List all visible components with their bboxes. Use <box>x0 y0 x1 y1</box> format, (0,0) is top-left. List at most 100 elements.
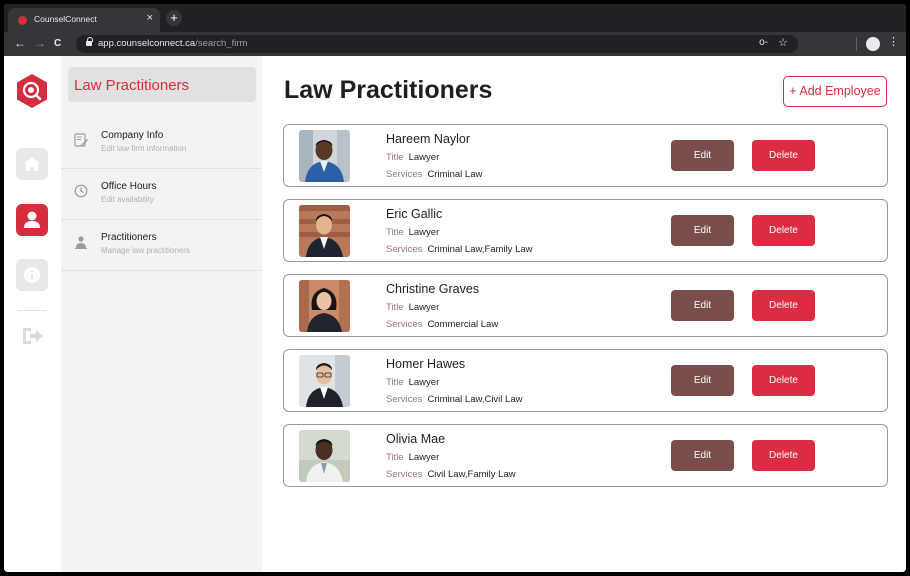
title-key: Title <box>386 227 404 238</box>
counselconnect-logo[interactable] <box>15 73 49 109</box>
services-value: Civil Law,Family Law <box>427 469 516 480</box>
rail-divider <box>18 310 46 311</box>
practitioner-title-row: Title Lawyer <box>386 302 439 313</box>
clock-icon <box>74 184 88 198</box>
practitioner-name[interactable]: Olivia Mae <box>386 432 445 446</box>
profile-avatar[interactable] <box>866 37 880 51</box>
sidebar-item-company-info[interactable]: Company Info Edit law firm information <box>61 118 262 169</box>
browser-window: CounselConnect × + ← → C app.counselconn… <box>4 4 906 572</box>
title-value: Lawyer <box>408 227 440 238</box>
people-icon <box>75 236 87 249</box>
practitioner-name[interactable]: Homer Hawes <box>386 357 465 371</box>
services-value: Criminal Law,Civil Law <box>427 394 523 405</box>
services-key: Services <box>386 469 423 480</box>
practitioner-name[interactable]: Eric Gallic <box>386 207 442 221</box>
practitioner-title-row: Title Lawyer <box>386 227 439 238</box>
sidebar-header[interactable]: Law Practitioners <box>68 67 256 102</box>
practitioner-card: Homer Hawes Title Lawyer Services Criminal… <box>283 349 888 412</box>
sidebar-item-label: Practitioners <box>101 232 157 243</box>
sidebar-item-description: Edit law firm information <box>101 144 187 153</box>
edit-button[interactable]: Edit <box>671 140 734 171</box>
user-icon <box>24 211 40 228</box>
sidebar-header-title: Law Practitioners <box>74 77 190 94</box>
services-value: Criminal Law,Family Law <box>427 244 533 255</box>
services-key: Services <box>386 319 423 330</box>
sidebar-item-description: Edit availability <box>101 195 154 204</box>
app-root: Law Practitioners Company Info Edit law … <box>4 56 906 572</box>
logout-icon[interactable] <box>21 326 45 346</box>
practitioner-photo <box>299 205 350 257</box>
url-text: app.counselconnect.ca/search_firm <box>98 38 247 49</box>
url-path: /search_firm <box>195 38 248 49</box>
new-tab-button[interactable]: + <box>166 10 182 26</box>
services-value: Criminal Law <box>427 169 483 180</box>
main-content: Law Practitioners + Add Employee Hareem <box>262 56 906 572</box>
edit-button[interactable]: Edit <box>671 290 734 321</box>
title-value: Lawyer <box>408 302 440 313</box>
title-key: Title <box>386 302 404 313</box>
practitioner-photo <box>299 355 350 407</box>
rail-profile-button[interactable] <box>16 204 48 236</box>
title-value: Lawyer <box>408 152 440 163</box>
services-key: Services <box>386 244 423 255</box>
reload-icon[interactable]: C <box>54 38 61 49</box>
practitioner-services-row: Services Criminal Law,Civil Law <box>386 394 522 405</box>
edit-button[interactable]: Edit <box>671 215 734 246</box>
practitioner-photo <box>299 130 350 182</box>
title-key: Title <box>386 377 404 388</box>
title-key: Title <box>386 152 404 163</box>
edit-button[interactable]: Edit <box>671 440 734 471</box>
practitioner-services-row: Services Commercial Law <box>386 319 498 330</box>
practitioner-name[interactable]: Christine Graves <box>386 282 479 296</box>
delete-button[interactable]: Delete <box>752 290 815 321</box>
icon-rail <box>4 56 61 572</box>
practitioner-photo <box>299 280 350 332</box>
delete-button[interactable]: Delete <box>752 215 815 246</box>
delete-button[interactable]: Delete <box>752 365 815 396</box>
key-icon[interactable]: o- <box>759 37 768 48</box>
sidebar-item-label: Company Info <box>101 130 164 141</box>
back-icon[interactable]: ← <box>14 36 26 50</box>
practitioner-title-row: Title Lawyer <box>386 452 439 463</box>
practitioner-services-row: Services Criminal Law,Family Law <box>386 244 533 255</box>
settings-sidebar: Law Practitioners Company Info Edit law … <box>61 56 262 572</box>
edit-document-icon <box>74 133 88 147</box>
practitioner-card: Hareem Naylor Title Lawyer Services Crimin… <box>283 124 888 187</box>
practitioner-services-row: Services Criminal Law <box>386 169 482 180</box>
address-bar[interactable]: app.counselconnect.ca/search_firm o- ☆ <box>76 35 798 53</box>
info-icon <box>24 267 40 283</box>
practitioner-card: Olivia Mae Title Lawyer Services Civil Law… <box>283 424 888 487</box>
sidebar-item-office-hours[interactable]: Office Hours Edit availability <box>61 169 262 220</box>
delete-button[interactable]: Delete <box>752 140 815 171</box>
services-key: Services <box>386 169 423 180</box>
bookmark-star-icon[interactable]: ☆ <box>778 36 788 49</box>
delete-button[interactable]: Delete <box>752 440 815 471</box>
browser-menu-icon[interactable]: ⋮ <box>888 35 899 48</box>
tab-strip: CounselConnect × + <box>4 4 906 32</box>
url-host: app.counselconnect.ca <box>98 38 196 49</box>
home-icon <box>24 157 40 171</box>
tab-title: CounselConnect <box>34 14 97 24</box>
browser-tab[interactable]: CounselConnect × <box>8 8 160 32</box>
title-key: Title <box>386 452 404 463</box>
services-value: Commercial Law <box>427 319 499 330</box>
services-key: Services <box>386 394 423 405</box>
browser-toolbar: ← → C app.counselconnect.ca/search_firm … <box>4 32 906 56</box>
practitioner-name[interactable]: Hareem Naylor <box>386 132 470 146</box>
sidebar-item-practitioners[interactable]: Practitioners Manage law practitioners <box>61 220 262 271</box>
edit-button[interactable]: Edit <box>671 365 734 396</box>
practitioner-card: Christine Graves Title Lawyer Services Com… <box>283 274 888 337</box>
close-tab-icon[interactable]: × <box>147 12 153 24</box>
practitioner-card: Eric Gallic Title Lawyer Services Criminal… <box>283 199 888 262</box>
lock-icon <box>86 37 93 48</box>
rail-info-button[interactable] <box>16 259 48 291</box>
sidebar-item-label: Office Hours <box>101 181 157 192</box>
add-employee-button[interactable]: + Add Employee <box>783 76 887 107</box>
title-value: Lawyer <box>408 377 440 388</box>
practitioner-services-row: Services Civil Law,Family Law <box>386 469 516 480</box>
practitioner-photo <box>299 430 350 482</box>
rail-home-button[interactable] <box>16 148 48 180</box>
title-value: Lawyer <box>408 452 440 463</box>
forward-icon[interactable]: → <box>34 36 46 50</box>
practitioner-title-row: Title Lawyer <box>386 152 439 163</box>
